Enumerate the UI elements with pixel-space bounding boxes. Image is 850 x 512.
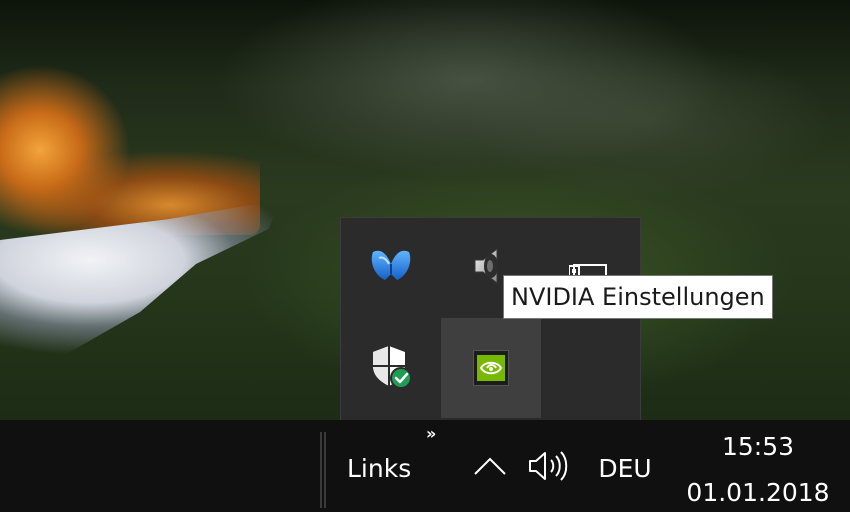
nvidia-icon	[473, 350, 509, 386]
show-hidden-icons-button[interactable]	[470, 446, 510, 490]
nvidia-tooltip: NVIDIA Einstellungen	[503, 275, 773, 319]
malwarebytes-icon	[369, 246, 413, 290]
tray-item-malwarebytes[interactable]	[341, 218, 441, 318]
volume-button[interactable]	[526, 446, 574, 490]
links-toolbar-label[interactable]: Links	[347, 454, 411, 483]
volume-icon	[527, 449, 573, 487]
toolbar-expand-chevron-icon[interactable]: »	[426, 424, 437, 443]
language-indicator[interactable]: DEU	[590, 446, 660, 490]
windows-defender-icon	[369, 344, 413, 392]
tray-item-windows-defender[interactable]	[341, 318, 441, 418]
tray-item-nvidia[interactable]	[441, 318, 541, 418]
toolbar-grip[interactable]	[320, 432, 326, 508]
wallpaper-sunset-reflection	[0, 30, 260, 235]
taskbar: » Links DEU 15:53 01.01.2018	[0, 420, 850, 512]
clock-date: 01.01.2018	[686, 478, 830, 507]
clock-time: 15:53	[721, 432, 795, 461]
chevron-up-icon	[473, 456, 507, 480]
taskbar-clock[interactable]: 15:53 01.01.2018	[678, 428, 838, 512]
